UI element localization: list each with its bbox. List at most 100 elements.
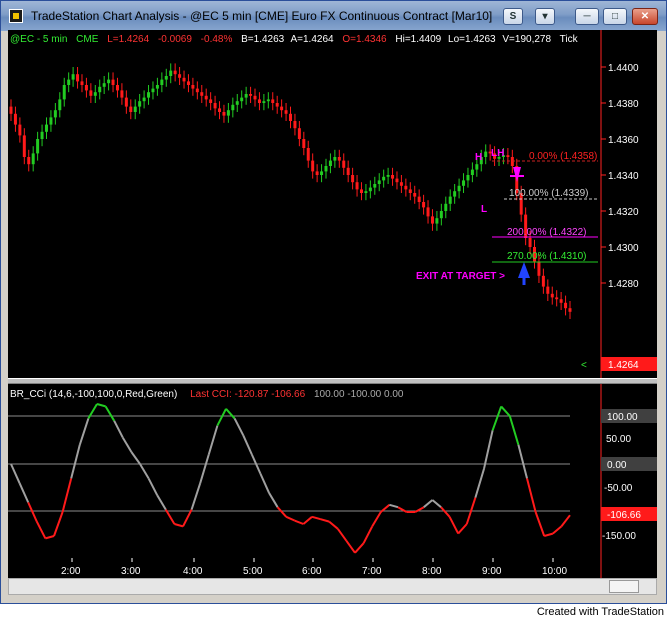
cci-segment [543,532,554,537]
cci-segment [491,406,503,431]
cci-segment [10,463,21,484]
candle-body [320,171,324,175]
close-button[interactable]: ✕ [632,8,658,25]
s-button[interactable]: S [503,8,523,25]
cci-segment [389,503,399,509]
time-axis-label: 5:00 [243,566,263,577]
cci-last: Last CCI: -120.87 -106.66 [190,389,306,400]
cci-segment [53,511,64,537]
time-axis-label: 6:00 [302,566,322,577]
cci-segment [517,444,528,479]
candle-body [58,99,62,111]
candle-body [138,101,142,107]
candle-body [164,76,168,80]
svg-text:BR_CCi (14,6,-100,100,0,Red,Gr: BR_CCi (14,6,-100,100,0,Red,Green) Last … [10,389,404,400]
candle-body [67,79,71,85]
candle-body [204,95,208,100]
candle-body [559,299,563,303]
price-axis-label: 1.4300 [608,243,639,254]
candle-body [311,160,315,172]
candle-body [53,110,57,118]
candle-body [218,108,222,112]
candle-body [395,178,399,183]
cci-segment [216,408,227,427]
candle-body [506,155,510,157]
candle-body [253,95,257,100]
candle-body [342,160,346,168]
candle-body [195,88,199,93]
candle-body [337,157,341,161]
candle-body [386,175,390,177]
cci-segment [474,468,485,498]
candle-body [89,90,93,96]
minimize-button[interactable]: ─ [575,8,599,25]
header-low: Lo=1.4263 [448,34,496,45]
cci-segment [560,514,571,528]
created-with-label: Created with TradeStation [536,606,664,618]
candle-body [466,175,470,181]
cci-segment [362,525,374,544]
candle-body [324,166,328,172]
candle-body [435,218,439,224]
candle-body [444,203,448,211]
candle-body [115,85,119,91]
candle-body [231,104,235,111]
candle-body [462,180,466,186]
cci-segment [207,425,219,455]
candle-body [413,193,417,197]
candle-body [147,92,151,98]
candle-body [457,185,461,192]
price-axis-label: 1.4360 [608,135,639,146]
candle-body [355,182,359,190]
cci-segment [431,499,442,508]
candle-body [404,185,408,190]
cci-segment [302,516,313,525]
candle-body [178,74,182,78]
price-axis[interactable]: 1.4400 1.4380 1.4360 1.4340 1.4320 1.4300 1.42… [600,30,657,378]
cci-segment [225,408,236,420]
cci-segment [354,542,365,554]
current-price-marker: < [581,360,587,371]
lower-high-label: LH [491,148,504,159]
candle-body [293,121,297,129]
panel-divider[interactable] [8,378,657,384]
dropdown-button[interactable]: ▾ [535,8,555,25]
cci-segment [336,528,348,542]
cci-segment [345,540,356,554]
time-axis-label: 2:00 [61,566,81,577]
cci-series [10,403,571,554]
cci-segment [113,420,124,439]
cci-segment [233,417,245,436]
cci-segment [27,501,38,523]
scrollbar-thumb[interactable] [609,580,639,593]
cci-panel[interactable]: BR_CCi (14,6,-100,100,0,Red,Green) Last … [8,389,571,554]
cci-segment [139,463,150,479]
candle-body [568,308,572,312]
candle-body [475,164,479,170]
fib-label-200: 200.00% (1.4322) [507,227,587,238]
chart-area[interactable]: 0.00% (1.4358) 100.00% (1.4339) 200.00% … [8,30,600,578]
candle-body [439,211,443,219]
cci-segment [534,511,546,537]
cci-axis[interactable]: 100.00 50.00 0.00 -50.00 -106.66 -150.00 [600,384,657,578]
title-bar[interactable]: TradeStation Chart Analysis - @EC 5 min … [1,1,666,31]
time-axis[interactable]: 2:00 3:00 4:00 5:00 6:00 7:00 8:00 9:00 10:00 [8,558,600,578]
price-axis-label: 1.4380 [608,99,639,110]
cci-levels: 100.00 -100.00 0.00 [314,389,404,400]
cci-segment [190,482,202,510]
candle-body [537,261,541,276]
candle-body [76,74,80,82]
candle-body [102,83,106,87]
candle-body [151,88,155,93]
candle-body [182,77,186,82]
price-axis-label: 1.4400 [608,63,639,74]
maximize-button[interactable]: □ [603,8,627,25]
candle-body [377,180,381,184]
chart-canvas[interactable]: 0.00% (1.4358) 100.00% (1.4339) 200.00% … [8,30,600,578]
cci-segment [174,523,184,528]
time-axis-label: 7:00 [362,566,382,577]
cci-segment [45,535,55,540]
header-bid: B=1.4263 [241,34,285,45]
cci-segment [526,478,537,513]
horizontal-scrollbar[interactable] [8,578,657,595]
